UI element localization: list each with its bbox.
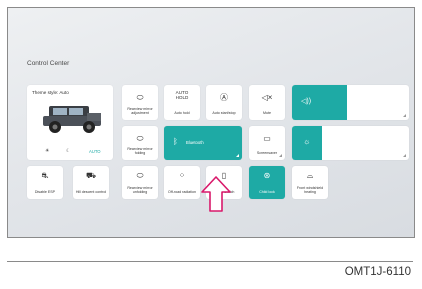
auto-start-stop-label: Auto start/stop <box>212 110 236 115</box>
brightness-corner-icon <box>403 154 406 157</box>
bluetooth-corner-icon <box>236 154 239 157</box>
screensaver-button[interactable]: ▭ Screensaver <box>249 126 285 160</box>
volume-icon: ◁)) <box>301 98 312 105</box>
rearview-mirror-unfolding-button[interactable]: ⬭ Rearview mirror unfolding <box>122 166 158 199</box>
divider-line <box>7 261 413 262</box>
mute-label: Mute <box>263 110 271 115</box>
theme-style-label: Theme style: Auto <box>32 90 69 95</box>
page-title: Control Center <box>27 60 70 67</box>
hill-descent-control-button[interactable]: ⛟ Hill descent control <box>73 166 109 199</box>
auto-hold-button[interactable]: AUTO HOLD Auto hold <box>164 85 200 120</box>
off-road-radiation-label: Off-road radiation <box>168 189 196 194</box>
rearview-mirror-unfolding-label: Rearview mirror unfolding <box>127 185 153 194</box>
off-road-radiation-button[interactable]: ⁘ Off-road radiation <box>164 166 200 199</box>
mirror-icon: ⬭ <box>136 93 144 102</box>
auto-start-stop-button[interactable]: Ⓐ Auto start/stop <box>206 85 242 120</box>
volume-slider[interactable]: ◁)) <box>292 85 409 120</box>
auto-mode-label[interactable]: AUTO <box>89 149 101 154</box>
bluetooth-tile[interactable]: ᛒ Bluetooth <box>164 126 242 160</box>
bluetooth-label: Bluetooth <box>186 140 204 145</box>
windshield-heating-icon: ⌓ <box>306 171 314 180</box>
mute-icon: ◁× <box>261 93 273 102</box>
front-windshield-heating-label: Front windshield heating <box>296 185 324 194</box>
slider-corner-icon <box>403 114 406 117</box>
hill-descent-control-label: Hill descent control <box>75 189 107 194</box>
child-lock-button[interactable]: ⊛ Child lock <box>249 166 285 199</box>
rearview-mirror-folding-button[interactable]: ⬭ Rearview mirror folding <box>122 126 158 160</box>
pointer-arrow-icon <box>201 176 231 212</box>
brightness-slider[interactable]: ☼ <box>292 126 409 160</box>
moon-icon[interactable]: ☾ <box>66 148 70 154</box>
sun-icon[interactable]: ☀ <box>45 148 49 154</box>
theme-style-tile[interactable]: Theme style: Auto ☀ ☾ AUTO <box>27 85 113 160</box>
figure-code: OMT1J-6110 <box>344 266 411 278</box>
mute-button[interactable]: ◁× Mute <box>249 85 285 120</box>
esp-off-icon: ⛐ <box>41 171 49 180</box>
off-road-icon: ⁘ <box>178 171 186 180</box>
bluetooth-icon: ᛒ <box>173 137 178 146</box>
screensaver-corner-icon <box>279 154 282 157</box>
front-windshield-heating-button[interactable]: ⌓ Front windshield heating <box>292 166 328 199</box>
rearview-mirror-folding-label: Rearview mirror folding <box>127 146 153 155</box>
child-lock-icon: ⊛ <box>263 171 271 180</box>
disable-esp-button[interactable]: ⛐ Disable ESP <box>27 166 63 199</box>
auto-hold-icon: AUTO HOLD <box>175 90 189 100</box>
car-image <box>43 106 101 133</box>
start-stop-icon: Ⓐ <box>220 93 228 102</box>
brightness-icon: ☼ <box>303 137 311 146</box>
hill-descent-icon: ⛟ <box>85 171 97 180</box>
mirror-fold-icon: ⬭ <box>136 134 144 143</box>
disable-esp-label: Disable ESP <box>34 189 56 194</box>
screensaver-icon: ▭ <box>263 134 271 143</box>
rearview-mirror-adjustment-button[interactable]: ⬭ Rearview mirror adjustment <box>122 85 158 120</box>
auto-hold-label: Auto hold <box>174 110 190 115</box>
mirror-unfold-icon: ⬭ <box>136 171 144 180</box>
child-lock-label: Child lock <box>259 189 275 194</box>
rearview-mirror-adjustment-label: Rearview mirror adjustment <box>127 106 153 115</box>
